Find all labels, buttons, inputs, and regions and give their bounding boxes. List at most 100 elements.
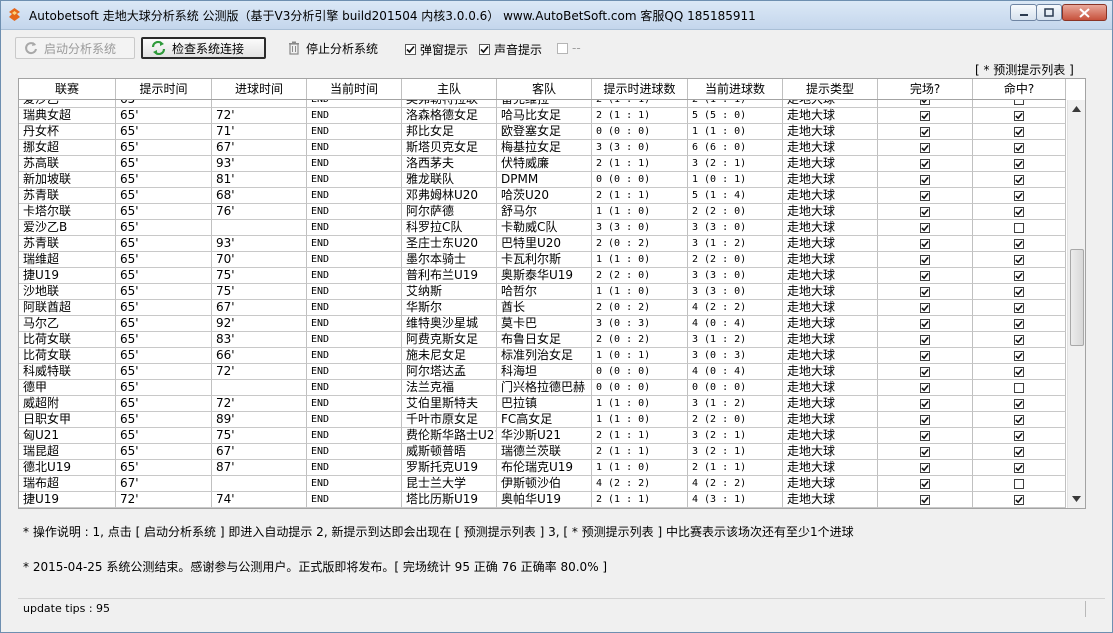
table-row[interactable]: 挪女超 65' 67' END 斯塔贝克女足 梅基拉女足 3 (3 : 0) 6 (6 : 0…: [19, 140, 1066, 156]
table-row[interactable]: 苏高联 65' 93' END 洛西茅夫 伏特威廉 2 (1 : 1) 3 (2 : 1) 走地…: [19, 156, 1066, 172]
hit-checkbox[interactable]: [1014, 110, 1024, 121]
table-row[interactable]: 苏青联 65' 93' END 圣庄士东U20 巴特里U20 2 (0 : 2) 3 (1 :…: [19, 236, 1066, 252]
hit-checkbox[interactable]: [1014, 382, 1024, 393]
column-header-tip-time[interactable]: 提示时间: [116, 79, 212, 99]
finished-checkbox[interactable]: [920, 190, 930, 201]
finished-checkbox[interactable]: [920, 398, 930, 409]
hit-checkbox[interactable]: [1014, 334, 1024, 345]
column-header-tip-goals[interactable]: 提示时进球数: [592, 79, 688, 99]
finished-checkbox[interactable]: [920, 100, 930, 105]
finished-checkbox[interactable]: [920, 206, 930, 217]
popup-alert-checkbox[interactable]: 弹窗提示: [405, 41, 468, 58]
hit-checkbox[interactable]: [1014, 254, 1024, 265]
table-row[interactable]: 瑞布超 67' END 昆士兰大学 伊斯顿沙伯 4 (2 : 2) 4 (2 : 2) 走地大…: [19, 476, 1066, 492]
hit-checkbox[interactable]: [1014, 350, 1024, 361]
table-row[interactable]: 马尔乙 65' 92' END 维特奥沙星城 莫卡巴 3 (0 : 3) 4 (0 : 4) 走…: [19, 316, 1066, 332]
hit-checkbox[interactable]: [1014, 174, 1024, 185]
finished-checkbox[interactable]: [920, 126, 930, 137]
check-connection-button[interactable]: 检查系统连接: [141, 37, 266, 59]
hit-checkbox[interactable]: [1014, 494, 1024, 505]
table-row[interactable]: 威超附 65' 72' END 艾伯里斯特夫 巴拉镇 1 (1 : 0) 3 (1 : 2) 走…: [19, 396, 1066, 412]
table-row[interactable]: 德甲 65' END 法兰克福 门兴格拉德巴赫 0 (0 : 0) 0 (0 : 0) 走地大…: [19, 380, 1066, 396]
finished-checkbox[interactable]: [920, 334, 930, 345]
finished-checkbox[interactable]: [920, 110, 930, 121]
stop-analysis-button[interactable]: 停止分析系统: [279, 37, 394, 59]
hit-checkbox[interactable]: [1014, 206, 1024, 217]
table-row[interactable]: 瑞维超 65' 70' END 墨尔本骑士 卡瓦利尔斯 1 (1 : 0) 2 (2 : 0)…: [19, 252, 1066, 268]
finished-checkbox[interactable]: [920, 462, 930, 473]
scrollbar-thumb[interactable]: [1070, 249, 1084, 346]
table-row[interactable]: 瑞昆超 65' 67' END 威斯顿普晤 瑞德兰茨联 2 (1 : 1) 3 (2 : 1)…: [19, 444, 1066, 460]
table-row[interactable]: 比荷女联 65' 83' END 阿费克斯女足 布鲁日女足 2 (0 : 2) 3 (1 : …: [19, 332, 1066, 348]
column-header-away-team[interactable]: 客队: [497, 79, 592, 99]
hit-checkbox[interactable]: [1014, 158, 1024, 169]
column-header-finished[interactable]: 完场?: [878, 79, 973, 99]
vertical-scrollbar[interactable]: [1067, 100, 1085, 508]
sound-alert-checkbox[interactable]: 声音提示: [479, 41, 542, 58]
finished-checkbox[interactable]: [920, 430, 930, 441]
column-header-tip-type[interactable]: 提示类型: [783, 79, 878, 99]
finished-checkbox[interactable]: [920, 414, 930, 425]
hit-checkbox[interactable]: [1014, 414, 1024, 425]
scroll-up-button[interactable]: [1069, 101, 1084, 116]
finished-checkbox[interactable]: [920, 254, 930, 265]
column-header-home-team[interactable]: 主队: [402, 79, 497, 99]
table-row[interactable]: 比荷女联 65' 66' END 施未尼女足 标准列治女足 1 (0 : 1) 3 (0 : …: [19, 348, 1066, 364]
hit-checkbox[interactable]: [1014, 318, 1024, 329]
table-row[interactable]: 爱沙乙65'END奥弗勒特拉联雷克维拉2 (1 : 1)2 (1 : 1)走地大…: [19, 100, 1066, 108]
hit-checkbox[interactable]: [1014, 446, 1024, 457]
hit-checkbox[interactable]: [1014, 222, 1024, 233]
close-button[interactable]: [1062, 4, 1107, 21]
sound-alert-checkbox-box[interactable]: [479, 44, 490, 55]
hit-checkbox[interactable]: [1014, 190, 1024, 201]
table-row[interactable]: 阿联酋超 65' 67' END 华斯尔 酋长 2 (0 : 2) 4 (2 : 2) 走地大球: [19, 300, 1066, 316]
finished-checkbox[interactable]: [920, 158, 930, 169]
popup-alert-checkbox-box[interactable]: [405, 44, 416, 55]
finished-checkbox[interactable]: [920, 478, 930, 489]
finished-checkbox[interactable]: [920, 142, 930, 153]
table-row[interactable]: 丹女杯 65' 71' END 邦比女足 欧登塞女足 0 (0 : 0) 1 (1 : 0) 走…: [19, 124, 1066, 140]
finished-checkbox[interactable]: [920, 366, 930, 377]
table-row[interactable]: 沙地联 65' 75' END 艾纳斯 哈哲尔 1 (1 : 0) 3 (3 : 0) 走地大球: [19, 284, 1066, 300]
extra-option-checkbox-box[interactable]: [557, 42, 568, 54]
table-row[interactable]: 科威特联 65' 72' END 阿尔塔达孟 科海坦 0 (0 : 0) 4 (0 : 4) 走…: [19, 364, 1066, 380]
title-bar[interactable]: Autobetsoft 走地大球分析系统 公测版（基于V3分析引擎 build2…: [1, 1, 1112, 30]
table-row[interactable]: 日职女甲 65' 89' END 千叶市原女足 FC高女足 1 (1 : 0) 2 (2 : …: [19, 412, 1066, 428]
hit-checkbox[interactable]: [1014, 430, 1024, 441]
hit-checkbox[interactable]: [1014, 100, 1024, 105]
column-header-league[interactable]: 联赛: [19, 79, 116, 99]
start-analysis-button[interactable]: 启动分析系统: [15, 37, 135, 59]
finished-checkbox[interactable]: [920, 446, 930, 457]
column-header-goal-time[interactable]: 进球时间: [212, 79, 307, 99]
table-row[interactable]: 捷U19 72' 74' END 塔比历斯U19 奥帕华U19 2 (1 : 1) 4 (3 …: [19, 492, 1066, 508]
hit-checkbox[interactable]: [1014, 238, 1024, 249]
maximize-button[interactable]: [1036, 4, 1062, 21]
finished-checkbox[interactable]: [920, 494, 930, 505]
hit-checkbox[interactable]: [1014, 142, 1024, 153]
finished-checkbox[interactable]: [920, 302, 930, 313]
table-row[interactable]: 瑞典女超 65' 72' END 洛森格德女足 哈马比女足 2 (1 : 1) 5 (5 : …: [19, 108, 1066, 124]
column-header-current-goals[interactable]: 当前进球数: [688, 79, 783, 99]
hit-checkbox[interactable]: [1014, 398, 1024, 409]
extra-option-checkbox[interactable]: --: [557, 41, 581, 55]
finished-checkbox[interactable]: [920, 350, 930, 361]
hit-checkbox[interactable]: [1014, 126, 1024, 137]
scroll-down-button[interactable]: [1069, 491, 1084, 506]
hit-checkbox[interactable]: [1014, 478, 1024, 489]
finished-checkbox[interactable]: [920, 270, 930, 281]
finished-checkbox[interactable]: [920, 286, 930, 297]
hit-checkbox[interactable]: [1014, 286, 1024, 297]
hit-checkbox[interactable]: [1014, 462, 1024, 473]
table-row[interactable]: 卡塔尔联 65' 76' END 阿尔萨德 舒马尔 1 (1 : 0) 2 (2 : 0) 走地…: [19, 204, 1066, 220]
column-header-hit[interactable]: 命中?: [973, 79, 1066, 99]
hit-checkbox[interactable]: [1014, 366, 1024, 377]
table-row[interactable]: 苏青联 65' 68' END 邓弗姆林U20 哈茨U20 2 (1 : 1) 5 (1 : …: [19, 188, 1066, 204]
finished-checkbox[interactable]: [920, 222, 930, 233]
table-row[interactable]: 德北U19 65' 87' END 罗斯托克U19 布伦瑞克U19 1 (1 : 0) 2 (…: [19, 460, 1066, 476]
finished-checkbox[interactable]: [920, 238, 930, 249]
finished-checkbox[interactable]: [920, 318, 930, 329]
column-header-current-time[interactable]: 当前时间: [307, 79, 402, 99]
finished-checkbox[interactable]: [920, 174, 930, 185]
hit-checkbox[interactable]: [1014, 302, 1024, 313]
table-row[interactable]: 爱沙乙B 65' END 科罗拉C队 卡勒威C队 3 (3 : 0) 3 (3 : 0) 走地…: [19, 220, 1066, 236]
